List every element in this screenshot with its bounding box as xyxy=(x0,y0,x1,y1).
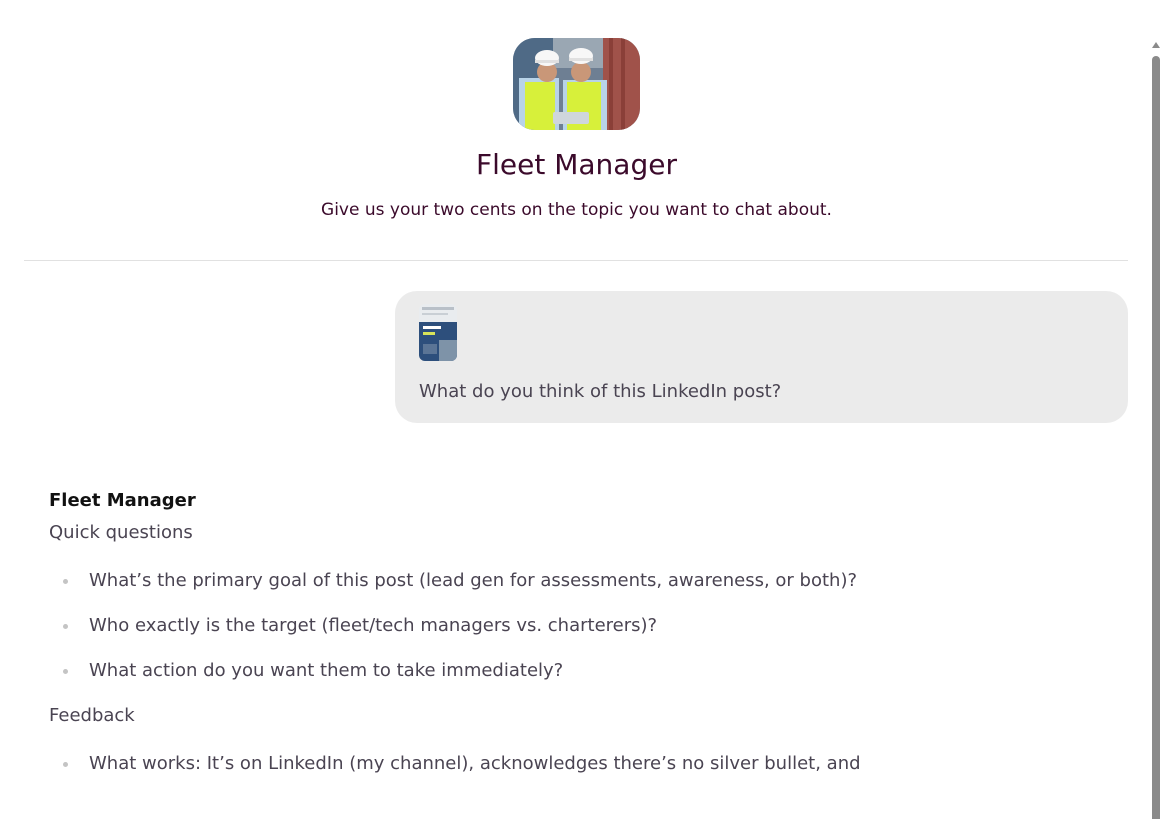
scroll-up-arrow-icon[interactable] xyxy=(1152,42,1160,48)
chat-page: Fleet Manager Give us your two cents on … xyxy=(0,0,1163,819)
bullet-icon xyxy=(63,579,68,584)
feedback-list: What works: It’s on LinkedIn (my channel… xyxy=(49,752,1109,776)
page-subtitle: Give us your two cents on the topic you … xyxy=(321,200,832,220)
user-message-text: What do you think of this LinkedIn post? xyxy=(419,381,782,402)
list-item-text: What action do you want them to take imm… xyxy=(89,660,564,681)
bullet-icon xyxy=(63,669,68,674)
list-item: What’s the primary goal of this post (le… xyxy=(49,569,1109,593)
bullet-icon xyxy=(63,624,68,629)
header-divider xyxy=(24,260,1128,261)
scrollbar-thumb[interactable] xyxy=(1152,56,1160,819)
assistant-name: Fleet Manager xyxy=(49,490,196,511)
bullet-icon xyxy=(63,762,68,767)
vertical-scrollbar[interactable] xyxy=(1149,38,1163,819)
persona-avatar xyxy=(513,38,640,130)
page-title: Fleet Manager xyxy=(476,148,677,181)
attachment-thumbnail-icon[interactable] xyxy=(419,304,457,361)
list-item-text: What works: It’s on LinkedIn (my channel… xyxy=(89,753,861,774)
list-item: Who exactly is the target (fleet/tech ma… xyxy=(49,614,1109,638)
assistant-message: Fleet Manager Quick questions What’s the… xyxy=(49,489,1109,797)
user-message-bubble: What do you think of this LinkedIn post? xyxy=(395,291,1128,423)
feedback-heading: Feedback xyxy=(49,705,135,726)
list-item: What action do you want them to take imm… xyxy=(49,659,1109,683)
list-item-text: Who exactly is the target (fleet/tech ma… xyxy=(89,615,658,636)
assistant-intro: Quick questions xyxy=(49,522,193,543)
list-item-text: What’s the primary goal of this post (le… xyxy=(89,570,858,591)
persona-header: Fleet Manager Give us your two cents on … xyxy=(0,38,1153,221)
list-item: What works: It’s on LinkedIn (my channel… xyxy=(49,752,1109,776)
questions-list: What’s the primary goal of this post (le… xyxy=(49,569,1109,683)
